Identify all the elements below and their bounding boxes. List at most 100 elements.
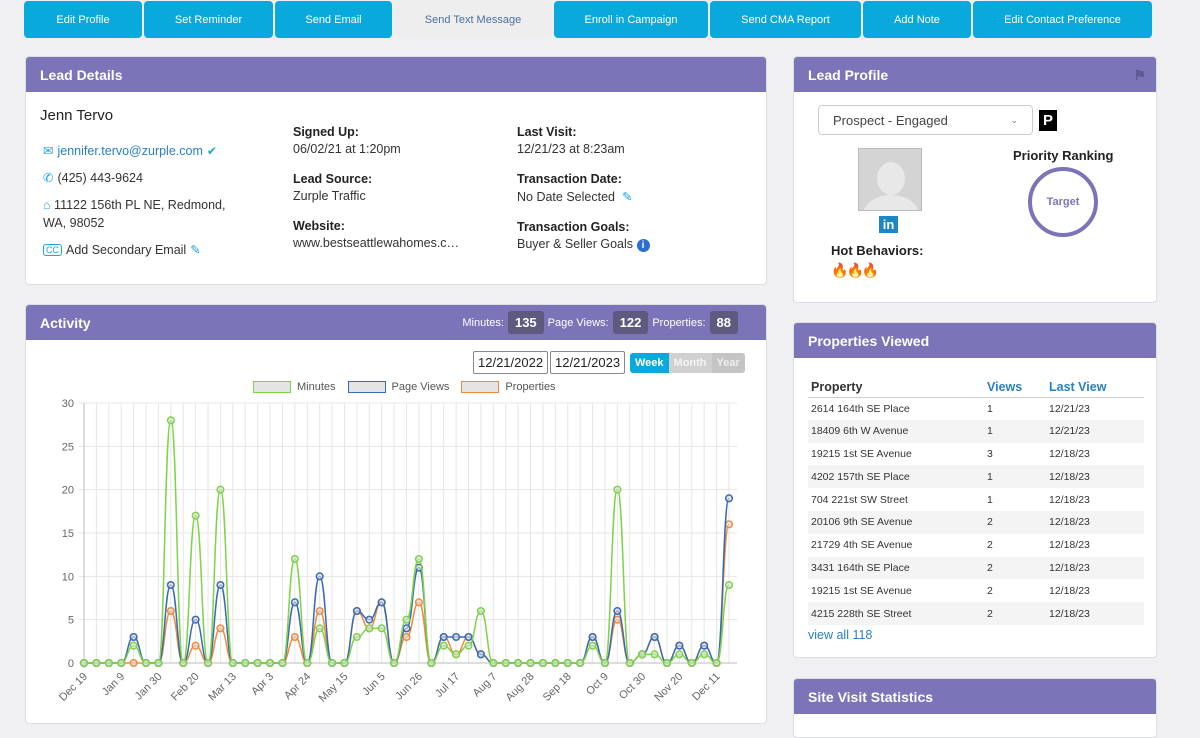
data-point xyxy=(328,658,337,668)
x-tick-label: Jul 17 xyxy=(433,671,462,700)
range-month-button[interactable]: Month xyxy=(668,353,712,373)
edit-icon[interactable]: ✎ xyxy=(190,242,200,257)
data-point xyxy=(315,624,324,633)
data-point xyxy=(166,606,175,616)
activity-stats: Minutes: 135 Page Views: 122 Properties:… xyxy=(462,311,738,334)
add-secondary-email[interactable]: Add Secondary Email xyxy=(66,243,186,257)
data-point xyxy=(501,658,510,668)
data-point xyxy=(675,650,684,659)
properties-count: 88 xyxy=(709,311,738,334)
data-point xyxy=(452,650,461,659)
phone-number[interactable]: (425) 443-9624 xyxy=(57,171,142,185)
verified-check-icon: ✔ xyxy=(206,143,217,158)
data-point xyxy=(650,632,659,642)
activity-title: Activity xyxy=(40,314,91,331)
x-tick-label: Jun 5 xyxy=(360,671,388,699)
table-row[interactable]: 2614 164th SE Place 1 12/21/23 xyxy=(808,397,1144,420)
address-row: ⌂ 11122 156th PL NE, Redmond, WA, 98052 xyxy=(43,196,225,232)
edit-contact-preference-button[interactable]: Edit Contact Preference xyxy=(973,1,1152,38)
hot-behaviors-label: Hot Behaviors: xyxy=(831,243,924,258)
data-point xyxy=(253,658,262,668)
table-row[interactable]: 19215 1st SE Avenue 3 12/18/23 xyxy=(808,443,1144,466)
cell-views: 1 xyxy=(987,402,993,415)
cell-views: 3 xyxy=(987,447,993,460)
cell-last-view: 12/18/23 xyxy=(1049,539,1090,552)
data-point xyxy=(675,641,684,650)
edit-transaction-date-icon[interactable]: ✎ xyxy=(622,190,632,204)
view-all-link[interactable]: view all 118 xyxy=(808,628,872,642)
email-link[interactable]: jennifer.tervo@zurple.com xyxy=(57,144,202,158)
cell-views: 1 xyxy=(987,493,993,506)
data-point xyxy=(588,641,597,650)
data-point xyxy=(600,658,610,668)
cell-views: 2 xyxy=(987,584,993,597)
envelope-icon: ✉ xyxy=(43,144,54,158)
data-point xyxy=(141,658,151,668)
data-point xyxy=(464,641,473,650)
data-point xyxy=(315,606,324,616)
linkedin-icon[interactable]: in xyxy=(879,216,898,233)
data-point xyxy=(439,641,448,650)
cell-views: 2 xyxy=(987,539,993,552)
minutes-label: Minutes: xyxy=(462,316,504,329)
date-to-input[interactable]: 12/21/2023 xyxy=(550,351,626,374)
cell-views: 1 xyxy=(984,419,1046,443)
send-email-button[interactable]: Send Email xyxy=(275,1,392,38)
lead-status-value: Prospect - Engaged xyxy=(833,112,948,128)
table-row[interactable]: 18409 6th W Avenue 1 12/21/23 xyxy=(808,419,1144,443)
table-row[interactable]: 20106 9th SE Avenue 2 12/18/23 xyxy=(808,510,1144,534)
add-note-button[interactable]: Add Note xyxy=(863,1,971,38)
website-link[interactable]: www.bestseattlewahomes.c… xyxy=(293,236,459,250)
lead-profile-panel: Lead Profile ⚑ Prospect - Engaged ⌄ P in… xyxy=(793,56,1157,303)
range-year-button[interactable]: Year xyxy=(711,353,745,373)
data-point xyxy=(414,554,423,564)
lead-name: Jenn Tervo xyxy=(40,107,114,124)
data-point xyxy=(712,658,721,668)
enroll-in-campaign-button[interactable]: Enroll in Campaign xyxy=(554,1,708,38)
send-cma-report-button[interactable]: Send CMA Report xyxy=(710,1,861,38)
range-week-button[interactable]: Week xyxy=(630,353,669,373)
info-icon[interactable]: i xyxy=(636,239,650,252)
y-tick-label: 0 xyxy=(68,658,74,670)
priority-ranking-value: Target xyxy=(1046,196,1080,208)
tag-icon[interactable]: ⚑ xyxy=(1133,67,1146,84)
lead-status-select[interactable]: Prospect - Engaged ⌄ xyxy=(818,105,1033,135)
data-point xyxy=(662,658,672,668)
data-point xyxy=(687,658,696,668)
data-point xyxy=(489,658,498,668)
edit-profile-button[interactable]: Edit Profile xyxy=(24,1,142,38)
address-line1: 11122 156th PL NE, Redmond, xyxy=(54,198,226,212)
table-row[interactable]: 4215 228th SE Street 2 12/18/23 xyxy=(808,602,1144,625)
table-row[interactable]: 704 221st SW Street 1 12/18/23 xyxy=(808,488,1144,511)
send-text-message-button[interactable]: Send Text Message xyxy=(394,1,552,38)
x-tick-label: Aug 28 xyxy=(504,671,537,704)
table-row[interactable]: 19215 1st SE Avenue 2 12/18/23 xyxy=(808,579,1144,602)
cell-property: 2614 164th SE Place xyxy=(811,402,910,415)
data-point xyxy=(166,580,175,590)
cell-property: 18409 6th W Avenue xyxy=(808,419,984,443)
table-row[interactable]: 3431 164th SE Place 2 12/18/23 xyxy=(808,556,1144,580)
col-last-view[interactable]: Last View xyxy=(1046,377,1144,398)
data-point xyxy=(526,658,535,668)
cell-views: 2 xyxy=(984,602,1046,625)
table-row[interactable]: 21729 4th SE Avenue 2 12/18/23 xyxy=(808,534,1144,557)
secondary-email-row[interactable]: CC Add Secondary Email ✎ xyxy=(43,242,201,257)
date-from-input[interactable]: 12/21/2022 xyxy=(473,351,549,374)
x-tick-label: Feb 20 xyxy=(169,671,202,704)
cell-last-view: 12/18/23 xyxy=(1049,447,1090,460)
cc-icon: CC xyxy=(43,243,62,256)
data-point xyxy=(117,658,126,668)
site-visit-header: Site Visit Statistics xyxy=(794,679,1156,714)
data-point xyxy=(402,632,411,642)
col-views[interactable]: Views xyxy=(984,377,1046,398)
properties-label: Properties: xyxy=(652,316,706,329)
cell-last-view: 12/18/23 xyxy=(1046,465,1144,489)
y-tick-label: 20 xyxy=(62,485,74,497)
data-point xyxy=(538,658,547,668)
table-row[interactable]: 4202 157th SE Place 1 12/18/23 xyxy=(808,465,1144,489)
data-point xyxy=(638,650,647,659)
data-point xyxy=(290,632,299,642)
set-reminder-button[interactable]: Set Reminder xyxy=(144,1,273,38)
data-point xyxy=(179,658,188,668)
data-point xyxy=(290,554,299,564)
